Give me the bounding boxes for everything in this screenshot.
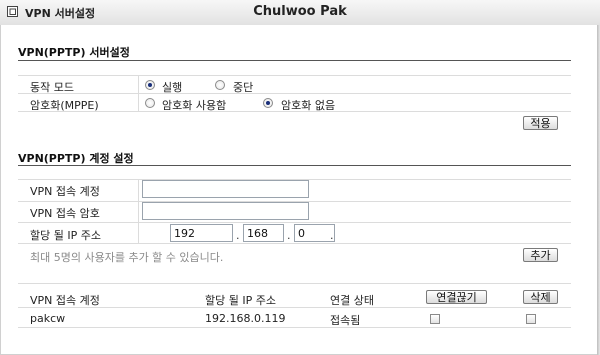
password-input[interactable] [142,202,309,220]
disconnect-button[interactable]: 연결끊기 [426,290,487,304]
apply-button[interactable]: 적용 [523,116,558,130]
ip-label: 할당 될 IP 주소 [30,229,101,242]
ip-octet-3-input[interactable] [294,224,335,242]
encryption-on-radio[interactable] [145,98,155,108]
add-button[interactable]: 추가 [523,248,558,262]
ip-separator: . [330,229,334,242]
ip-separator: . [236,229,240,242]
header-ip: 할당 될 IP 주소 [205,294,276,307]
header-status: 연결 상태 [330,294,374,307]
table-border [138,75,139,111]
row-disconnect-checkbox[interactable] [430,314,440,324]
table-border [18,222,571,223]
ip-octet-1-input[interactable] [170,224,233,242]
table-border [18,283,571,284]
account-label: VPN 접속 계정 [30,185,100,198]
row-account: pakcw [30,312,66,325]
max-users-hint: 최대 5명의 사용자를 추가 할 수 있습니다. [30,251,224,264]
mode-stop-radio[interactable] [215,80,225,90]
table-border [18,93,571,94]
mode-stop-label[interactable]: 중단 [233,79,253,95]
delete-button[interactable]: 삭제 [523,290,558,304]
mode-label: 동작 모드 [30,81,74,94]
table-border [18,75,571,76]
spacer [335,224,341,242]
server-settings-title: VPN(PPTP) 서버설정 [18,46,130,59]
user-name: Chulwoo Pak [253,4,347,19]
window-title-bar: VPN 서버설정 Chulwoo Pak [0,0,600,26]
row-delete-checkbox[interactable] [526,314,536,324]
ip-separator: . [287,229,291,242]
encryption-off-label[interactable]: 암호화 없음 [281,97,335,113]
table-border [18,327,571,328]
account-settings-title: VPN(PPTP) 계정 설정 [18,152,134,165]
section-divider [18,60,571,61]
table-border [18,307,571,308]
section-divider [18,165,571,166]
encryption-label: 암호화(MPPE) [30,99,99,112]
table-border [138,179,139,243]
header-account: VPN 접속 계정 [30,294,100,307]
row-ip: 192.168.0.119 [205,312,286,325]
row-status: 접속됨 [330,314,361,327]
encryption-off-radio[interactable] [263,98,273,108]
password-label: VPN 접속 암호 [30,207,100,220]
mode-run-label[interactable]: 실행 [162,79,182,95]
account-input[interactable] [142,180,309,198]
mode-run-radio[interactable] [145,80,155,90]
encryption-on-label[interactable]: 암호화 사용함 [162,97,226,113]
ip-octet-2-input[interactable] [243,224,284,242]
table-border [18,243,571,244]
